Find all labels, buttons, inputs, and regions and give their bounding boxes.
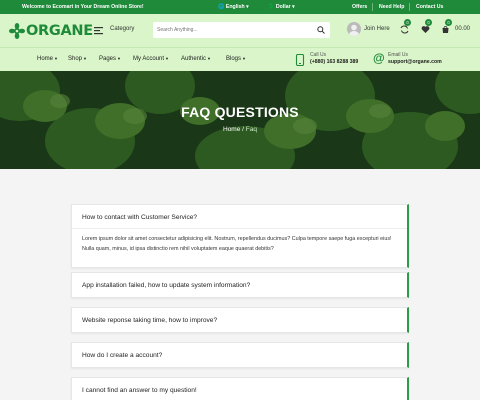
nav-item-blogs[interactable]: Blogs▼	[226, 56, 246, 62]
phone-icon	[295, 54, 305, 66]
divider	[72, 228, 407, 229]
faq-question[interactable]: I cannot find an answer to my question!	[82, 387, 197, 394]
faq-item[interactable]: Website reponse taking time, how to impr…	[71, 307, 409, 333]
menu-icon	[94, 27, 103, 35]
faq-item[interactable]: I cannot find an answer to my question!	[71, 377, 409, 400]
leaf-logo-icon	[9, 23, 25, 39]
faq-item[interactable]: App installation failed, how to update s…	[71, 272, 409, 298]
email-us-label: Email Us	[388, 52, 409, 58]
nav-label: Authentic	[181, 56, 207, 62]
heart-icon[interactable]	[421, 25, 430, 34]
currency-select[interactable]: 💲 Dollar ▾	[268, 4, 295, 10]
divider	[409, 3, 410, 11]
faq-answer: Lorem ipsum dolor sit amet consectetur a…	[82, 236, 392, 252]
faq-question[interactable]: How do I create a account?	[82, 352, 162, 359]
need-help-link[interactable]: Need Help	[379, 4, 404, 10]
nav-item-home[interactable]: Home▼	[37, 56, 58, 62]
join-here-label: Join Here	[364, 26, 390, 32]
cart-icon[interactable]	[441, 25, 450, 34]
search-box	[153, 22, 330, 38]
faq-item-expanded[interactable]: How to contact with Customer Service? Lo…	[71, 204, 409, 268]
chevron-down-icon: ▼	[242, 56, 246, 61]
contact-us-link[interactable]: Contact Us	[416, 4, 443, 10]
page-title: FAQ QUESTIONS	[181, 104, 299, 120]
nav-item-my-account[interactable]: My Account▼	[133, 56, 169, 62]
chevron-down-icon: ▾	[292, 4, 295, 10]
chevron-down-icon: ▼	[54, 56, 58, 61]
language-label: English	[225, 4, 245, 10]
chevron-down-icon: ▾	[246, 4, 249, 10]
breadcrumb-separator: /	[242, 126, 244, 133]
breadcrumb-home-link[interactable]: Home	[223, 126, 240, 133]
faq-question[interactable]: App installation failed, how to update s…	[82, 282, 250, 289]
language-select[interactable]: 🌐 English ▾	[218, 4, 249, 10]
currency-label: Dollar	[275, 4, 291, 10]
nav-label: Shop	[68, 56, 83, 62]
call-us-number: (+880) 163 8288 389	[310, 59, 359, 65]
chevron-down-icon: ▼	[165, 56, 169, 61]
chevron-down-icon: ▼	[207, 56, 211, 61]
nav-label: Home	[37, 56, 54, 62]
search-icon[interactable]	[317, 26, 325, 34]
category-label: Category	[110, 26, 135, 32]
chevron-down-icon: ▼	[117, 56, 121, 61]
cart-total[interactable]: 00.00	[455, 26, 470, 32]
offers-link[interactable]: Offers	[352, 4, 367, 10]
search-input[interactable]	[157, 25, 307, 35]
call-us-label: Call Us	[310, 52, 327, 58]
nav-label: Pages	[99, 56, 117, 62]
logo-text: ORGANE	[26, 23, 93, 39]
user-icon	[349, 24, 359, 36]
faq-question[interactable]: Website reponse taking time, how to impr…	[82, 317, 217, 324]
globe-icon: 🌐	[218, 4, 225, 10]
avatar	[347, 22, 361, 36]
compare-icon[interactable]	[400, 25, 409, 34]
faq-question[interactable]: How to contact with Customer Service?	[82, 214, 197, 221]
breadcrumb-current: Faq	[245, 126, 257, 133]
wishlist-count-badge: 0	[425, 19, 432, 26]
at-sign-icon: @	[373, 51, 385, 65]
nav-item-pages[interactable]: Pages▼	[99, 56, 121, 62]
faq-item[interactable]: How do I create a account?	[71, 342, 409, 368]
cart-count-badge: 0	[445, 19, 452, 26]
top-bar: Welcome to Ecomart in Your Dream Online …	[0, 0, 480, 14]
nav-label: My Account	[133, 56, 165, 62]
spinach-leaves-background	[0, 71, 480, 169]
main-nav: Home▼ Shop▼ Pages▼ My Account▼ Authentic…	[0, 47, 480, 71]
breadcrumb: Home / Faq	[0, 126, 480, 133]
nav-item-authentic[interactable]: Authentic▼	[181, 56, 211, 62]
nav-label: Blogs	[226, 56, 242, 62]
divider	[372, 3, 373, 11]
compare-count-badge: 0	[404, 19, 411, 26]
site-header: ORGANE Category Join Here 0 0	[0, 14, 480, 47]
dollar-icon: 💲	[268, 4, 275, 10]
nav-item-shop[interactable]: Shop▼	[68, 56, 87, 62]
chevron-down-icon: ▼	[83, 56, 87, 61]
page-hero-banner: FAQ QUESTIONS Home / Faq	[0, 71, 480, 169]
welcome-text: Welcome to Ecomart in Your Dream Online …	[22, 4, 144, 10]
email-address: support@organe.com	[388, 59, 442, 65]
